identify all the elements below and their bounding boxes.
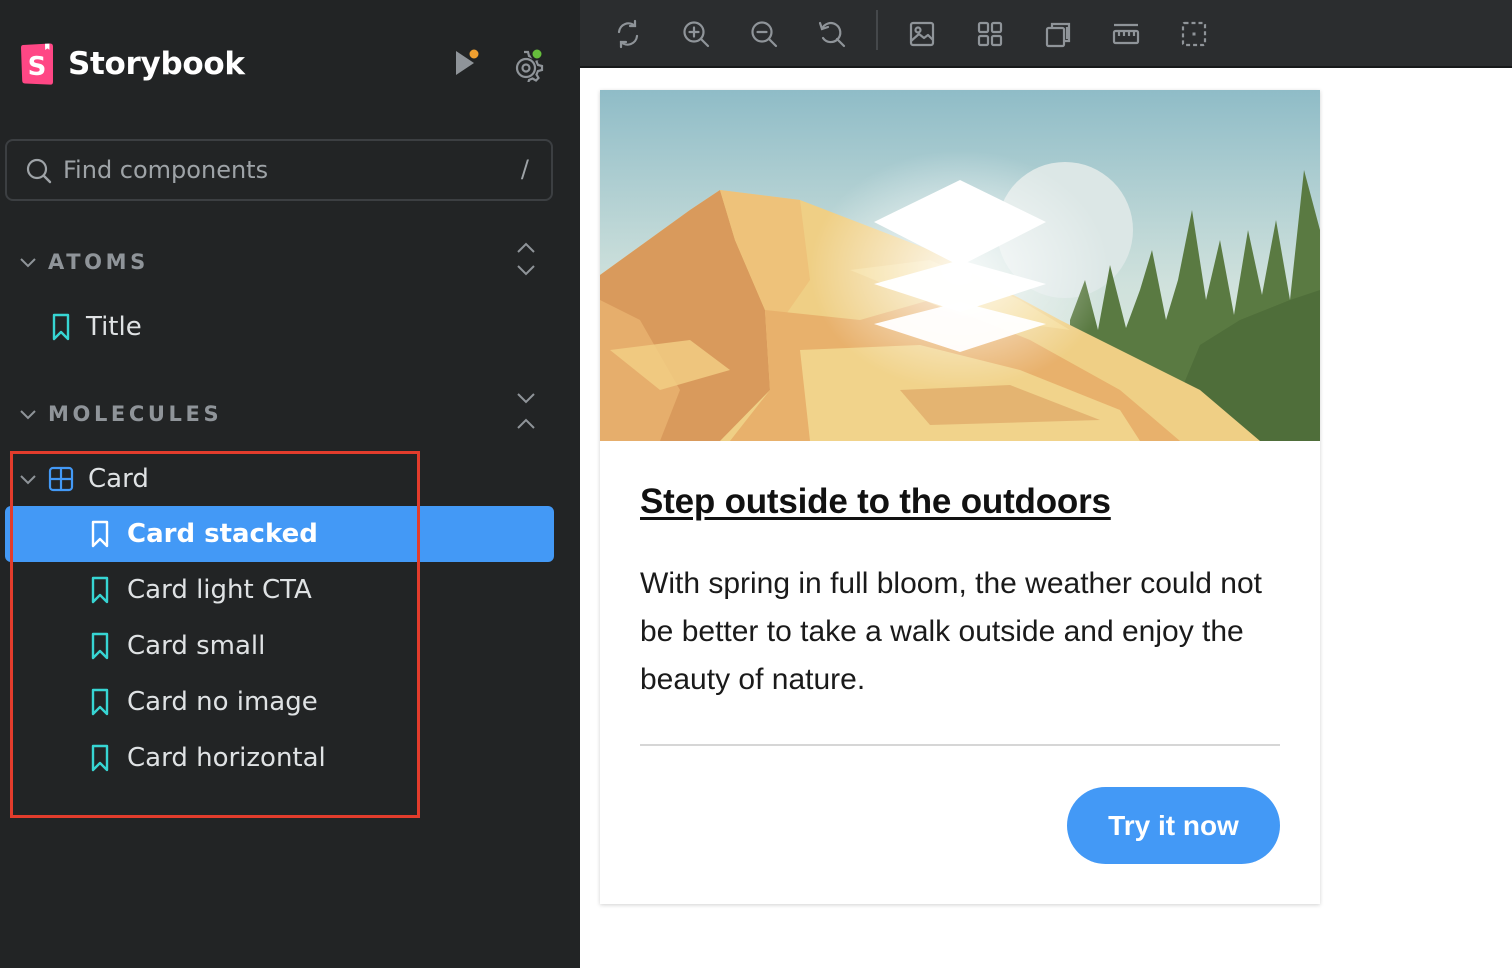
grid-icon (977, 21, 1003, 47)
sidebar: S Storybook / ATO (0, 0, 580, 968)
chevron-down-icon (20, 475, 36, 485)
zoom-in-button[interactable] (674, 12, 718, 56)
zoom-in-icon (683, 21, 710, 48)
bookmark-icon (91, 576, 109, 604)
sidebar-item-card-stacked[interactable]: Card stacked (5, 506, 554, 562)
viewport-icon (1045, 22, 1071, 48)
preview-canvas: Step outside to the outdoors With spring… (580, 70, 1512, 968)
card-component: Step outside to the outdoors With spring… (600, 90, 1320, 904)
card-body-text: With spring in full bloom, the weather c… (640, 567, 1262, 696)
bookmark-icon (91, 744, 109, 772)
sidebar-item-label: Card small (127, 631, 266, 661)
outline-button[interactable] (1172, 12, 1216, 56)
reset-zoom-icon (818, 21, 846, 48)
bookmark-icon (91, 520, 109, 548)
preview-toolbar (580, 0, 1512, 68)
search-icon (26, 158, 52, 184)
chevron-down-icon (20, 258, 36, 268)
group-label-atoms: ATOMS (48, 250, 149, 274)
search-box[interactable]: / (5, 139, 553, 201)
group-header-atoms[interactable]: ATOMS (18, 242, 553, 282)
search-input[interactable] (63, 153, 503, 187)
settings-button[interactable] (506, 44, 546, 84)
card-divider (640, 744, 1280, 746)
sidebar-item-card-small[interactable]: Card small (5, 618, 554, 674)
viewport-button[interactable] (1036, 12, 1080, 56)
bookmark-icon (91, 632, 109, 660)
reset-zoom-button[interactable] (810, 12, 854, 56)
gear-icon (515, 47, 544, 82)
background-button[interactable] (900, 12, 944, 56)
card-title-link[interactable]: Step outside to the outdoors (640, 482, 1111, 522)
search-shortcut-hint: / (520, 155, 529, 183)
interactions-button[interactable] (444, 44, 484, 84)
group-label-molecules: MOLECULES (48, 402, 223, 426)
sidebar-item-label: Card (88, 464, 149, 494)
card-image (600, 90, 1320, 441)
sidebar-item-label: Title (86, 312, 142, 342)
sidebar-item-card-no-image[interactable]: Card no image (5, 674, 554, 730)
measure-button[interactable] (1104, 12, 1148, 56)
sidebar-item-label: Card horizontal (127, 743, 326, 773)
zoom-out-button[interactable] (742, 12, 786, 56)
expand-all-icon[interactable] (509, 236, 543, 288)
sidebar-item-card-horizontal[interactable]: Card horizontal (5, 730, 554, 786)
zoom-out-icon (751, 21, 778, 48)
mountain-illustration (600, 90, 1320, 441)
play-icon (456, 47, 481, 75)
reload-icon (617, 19, 639, 49)
background-icon (909, 21, 935, 47)
remount-button[interactable] (606, 12, 650, 56)
chevron-down-icon (20, 410, 36, 420)
bookmark-icon (52, 313, 70, 341)
group-header-molecules[interactable]: MOLECULES (18, 393, 553, 434)
measure-icon (1112, 23, 1140, 45)
sidebar-item-label: Card no image (127, 687, 318, 717)
outline-icon (1181, 21, 1207, 47)
brand[interactable]: S Storybook (20, 42, 245, 86)
sidebar-item-card[interactable]: Card (18, 451, 149, 507)
brand-name: Storybook (68, 46, 245, 82)
bookmark-icon (91, 688, 109, 716)
toolbar-separator (876, 10, 878, 50)
collapse-all-icon[interactable] (509, 388, 543, 440)
try-it-now-button[interactable]: Try it now (1067, 787, 1280, 864)
sidebar-item-card-light-cta[interactable]: Card light CTA (5, 562, 554, 618)
storybook-logo-icon: S (20, 42, 56, 86)
svg-text:S: S (28, 52, 47, 82)
component-icon (48, 466, 74, 492)
sidebar-item-title[interactable]: Title (50, 299, 142, 355)
grid-button[interactable] (968, 12, 1012, 56)
sidebar-item-label: Card light CTA (127, 575, 312, 605)
sidebar-item-label: Card stacked (127, 519, 318, 549)
